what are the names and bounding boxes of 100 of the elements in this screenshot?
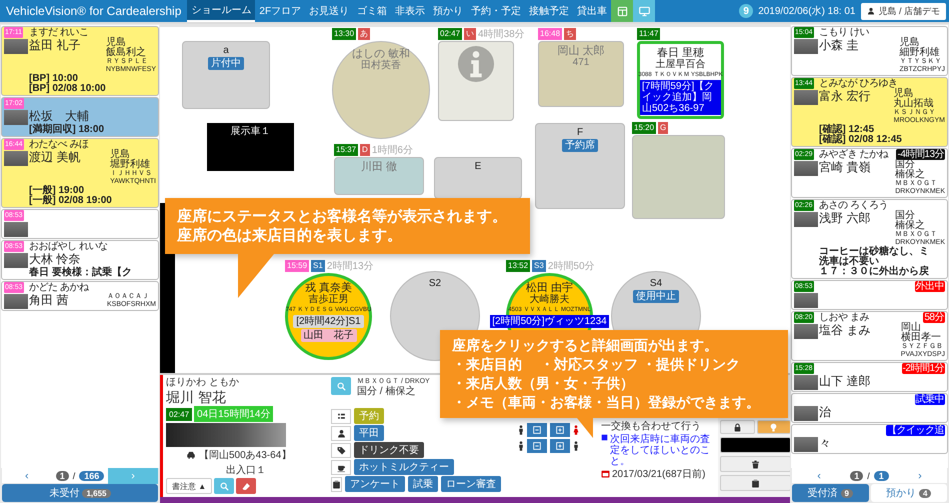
info-line: 飯島利之	[106, 48, 146, 58]
option-button[interactable]: ローン審査	[441, 476, 501, 492]
license-plate-photo	[794, 39, 818, 54]
seat-text: 大崎勝夫	[530, 295, 570, 305]
eraser-button[interactable]	[236, 478, 256, 494]
status-badge: 試乗中	[914, 394, 945, 405]
status-badge: -2時間1分	[902, 363, 945, 374]
license-plate-photo	[4, 151, 28, 166]
list-button[interactable]	[331, 408, 351, 424]
clipboard-button[interactable]	[720, 475, 791, 491]
info-line: 岡山	[900, 323, 921, 333]
nav-tab[interactable]: 預かり	[429, 0, 468, 22]
lightbulb-icon	[769, 422, 778, 432]
license-plate-photo	[794, 375, 818, 390]
queue-tab[interactable]: 預かり 4	[870, 484, 947, 502]
customer-name: 宮崎 貴嶺	[819, 160, 872, 176]
minus-button[interactable]	[526, 423, 546, 437]
person-icon	[518, 425, 524, 435]
list-icon	[336, 412, 346, 420]
option-button[interactable]: アンケート	[345, 476, 405, 492]
nav-tab[interactable]: お見送り	[305, 0, 354, 22]
prev-page-button[interactable]: ‹	[2, 468, 52, 484]
nav-tab[interactable]: 接触予定	[525, 0, 574, 22]
seat-table[interactable]: E	[434, 157, 522, 199]
option-button[interactable]: 試乗	[408, 476, 438, 492]
plus-button[interactable]	[550, 423, 570, 437]
seat-table[interactable]: a 片付中	[182, 41, 270, 109]
note-line: コーヒーは砂糖なし、ミ	[819, 247, 930, 257]
option-button[interactable]: ホットミルクティー	[354, 459, 454, 475]
note-line: [BP] 10:00	[29, 74, 79, 84]
user-button[interactable]: 児島 / 店舗デモ	[861, 2, 946, 20]
seat-label: 展示車１	[230, 126, 270, 137]
lock-button[interactable]	[720, 420, 754, 434]
info-line: 横田孝一	[900, 333, 941, 343]
name-kana: ほりかわ ともか	[166, 377, 240, 388]
queue-tab[interactable]: 受付済 9	[792, 484, 868, 502]
option-button[interactable]: 平田	[354, 425, 384, 441]
person-icon	[572, 425, 578, 435]
info-line: 児島	[900, 38, 920, 48]
callout-text: 座席にステータスとお客様名等が表示されます。	[177, 207, 508, 226]
customer-name: 山下 達郎	[819, 374, 872, 390]
note-line: [一般] 19:00	[29, 186, 86, 196]
seat-label: S2	[428, 278, 442, 289]
plus-button[interactable]	[550, 439, 570, 453]
monitor-icon	[638, 6, 650, 16]
plus-icon	[556, 442, 564, 450]
tag-button[interactable]	[331, 442, 351, 458]
license-plate-photo	[794, 324, 818, 339]
info-line: 堀野利雄	[110, 160, 150, 170]
person-button[interactable]	[331, 426, 351, 440]
nav-tab[interactable]: 予約・予定	[467, 0, 526, 22]
customer-name: 浅野 六郎	[819, 211, 872, 227]
seat-text: 春日 里穂	[656, 47, 704, 59]
seat-text: 川田 徹	[360, 161, 398, 173]
monitor-button[interactable]	[633, 0, 656, 22]
action-button[interactable]	[720, 437, 791, 453]
option-button[interactable]: ドリンク不要	[354, 442, 424, 458]
nav-tab[interactable]: 2Fフロア	[255, 0, 306, 22]
car-icon	[186, 450, 196, 460]
info-line: 楠保之	[895, 221, 926, 231]
info-line: 楠保之	[895, 170, 926, 180]
nav-tab[interactable]: ゴミ箱	[353, 0, 392, 22]
queue-card[interactable]: 試乗中 治	[791, 393, 948, 423]
memo-link[interactable]: 次回来店時に車両の査定をしてほしいとのこと。	[610, 434, 715, 467]
page-separator: /	[867, 470, 870, 480]
status-badge: 外出中	[914, 281, 945, 292]
seat-badge: あ	[358, 28, 370, 40]
seat-table[interactable]: F 予約席	[535, 123, 625, 209]
nav-tab[interactable]: ショールーム	[187, 0, 256, 22]
nav-tab[interactable]: 非表示	[391, 0, 430, 22]
queue-card[interactable]: 【クイック追 々	[791, 424, 948, 454]
seat-badge: い	[464, 28, 476, 40]
display-car-area[interactable]: 展示車１	[207, 123, 294, 171]
seat-tag: 使用中止	[633, 290, 679, 303]
seat-tag: 山田 花子	[300, 329, 356, 342]
tag-icon	[336, 446, 346, 454]
seat-text: 戎 真奈美	[304, 282, 352, 294]
customer-name: 治	[819, 405, 832, 421]
caution-button[interactable]: 書注意 ▲	[166, 478, 212, 494]
queue-tab[interactable]: 未受付 1,655	[2, 484, 158, 502]
window-icon	[616, 6, 628, 16]
memo-date: 2017/03/21(687日前)	[612, 469, 706, 480]
callout-text: ・メモ（車両・お客様・当日）登録ができます。	[452, 393, 761, 412]
nav-tab[interactable]: 貸出車	[573, 0, 612, 22]
user-icon	[867, 7, 876, 15]
trash-button[interactable]	[720, 456, 791, 472]
seat-tag: [2時間42分]S1	[293, 315, 364, 328]
cup-button[interactable]	[331, 460, 351, 474]
clipboard-icon	[332, 480, 341, 488]
customer-name: 堀川 智花	[166, 389, 227, 405]
seat-label: E	[474, 161, 482, 172]
prev-page-button[interactable]: ‹	[792, 468, 846, 484]
memo-text: 一交換も合わせて行う	[601, 421, 701, 432]
minus-button[interactable]	[526, 439, 546, 453]
clipboard-button[interactable]	[331, 476, 342, 492]
minus-icon	[532, 442, 540, 450]
name-kana: わたなべ みほ	[29, 139, 88, 150]
status-badge: -4時間13分	[896, 149, 945, 160]
callout-text: 座席の色は来店目的を表します。	[177, 226, 403, 245]
license-plate-photo	[4, 294, 28, 309]
